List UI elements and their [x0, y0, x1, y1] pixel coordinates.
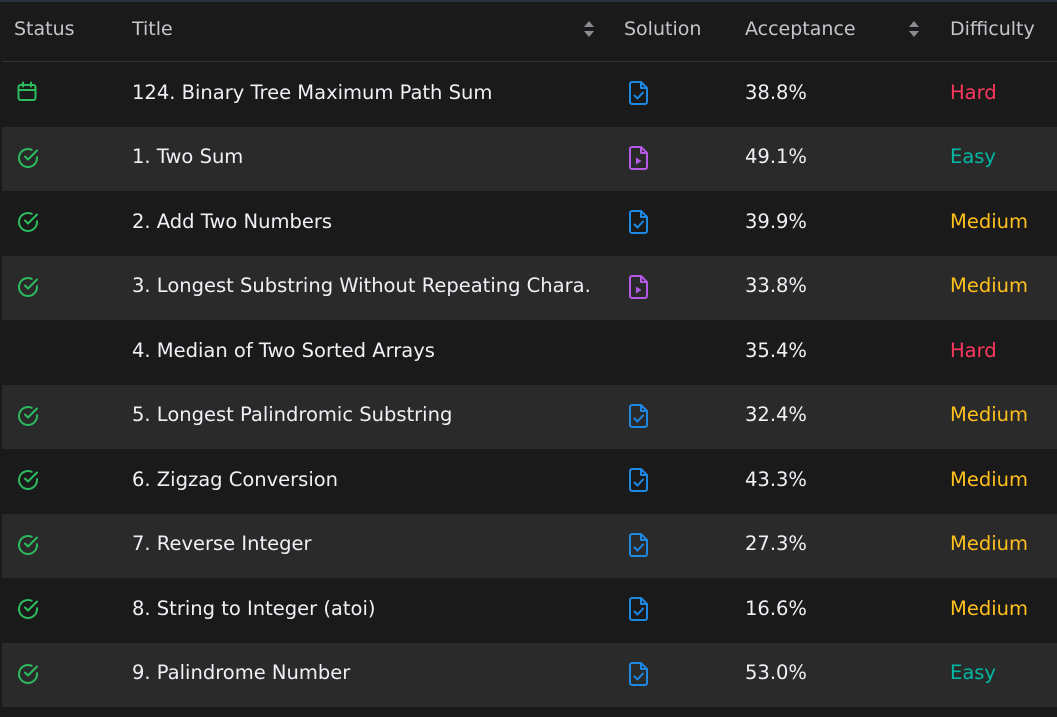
problem-title-link[interactable]: 7. Reverse Integer: [132, 514, 592, 579]
difficulty-label: Medium: [950, 532, 1028, 556]
acceptance-rate: 38.8%: [745, 80, 807, 104]
sort-acceptance-icon[interactable]: [908, 20, 920, 38]
table-row[interactable]: 2. Add Two Numbers 39.9% Medium: [2, 191, 1057, 256]
status-cell: [16, 320, 126, 385]
difficulty-label: Hard: [950, 80, 997, 104]
difficulty-label: Easy: [950, 145, 996, 169]
problem-title-link[interactable]: 2. Add Two Numbers: [132, 191, 592, 256]
table-row[interactable]: 5. Longest Palindromic Substring 32.4% Med…: [2, 384, 1057, 450]
difficulty-label: Medium: [950, 403, 1028, 427]
acceptance-rate: 35.4%: [745, 338, 807, 362]
table-body: 124. Binary Tree Maximum Path Sum 38.8% Ha…: [2, 62, 1057, 707]
acceptance-rate: 39.9%: [745, 209, 807, 233]
problem-title-link[interactable]: 6. Zigzag Conversion: [132, 449, 592, 514]
check-circle-icon: [16, 385, 126, 450]
difficulty-label: Medium: [950, 467, 1028, 491]
problem-title-link[interactable]: 1. Two Sum: [132, 127, 592, 192]
calendar-icon: [16, 62, 126, 127]
difficulty-label: Medium: [950, 274, 1028, 298]
table-row[interactable]: 124. Binary Tree Maximum Path Sum 38.8% Ha…: [2, 62, 1057, 127]
article-icon[interactable]: [628, 514, 738, 579]
article-icon[interactable]: [628, 191, 738, 256]
article-icon[interactable]: [628, 62, 738, 127]
difficulty-label: Medium: [950, 209, 1028, 233]
acceptance-rate: 33.8%: [745, 274, 807, 298]
acceptance-rate: 49.1%: [745, 145, 807, 169]
article-icon[interactable]: [628, 449, 738, 514]
table-row[interactable]: 3. Longest Substring Without Repeating C…: [2, 255, 1057, 321]
check-circle-icon: [16, 127, 126, 192]
check-circle-icon: [16, 514, 126, 579]
header-solution: Solution: [624, 18, 702, 40]
table-header: Status Title Solution Acceptance Difficu…: [2, 0, 1057, 62]
table-row[interactable]: 1. Two Sum 49.1% Easy: [2, 126, 1057, 192]
acceptance-rate: 16.6%: [745, 596, 807, 620]
acceptance-rate: 43.3%: [745, 467, 807, 491]
table-row[interactable]: 7. Reverse Integer 27.3% Medium: [2, 513, 1057, 579]
problem-title-link[interactable]: 8. String to Integer (atoi): [132, 578, 592, 643]
article-icon[interactable]: [628, 385, 738, 450]
article-icon[interactable]: [628, 578, 738, 643]
problem-title-link[interactable]: 9. Palindrome Number: [132, 643, 592, 708]
check-circle-icon: [16, 191, 126, 256]
video-icon[interactable]: [628, 127, 738, 192]
table-row[interactable]: 9. Palindrome Number 53.0% Easy: [2, 642, 1057, 708]
header-difficulty[interactable]: Difficulty: [950, 0, 1055, 58]
problem-title-link[interactable]: 4. Median of Two Sorted Arrays: [132, 320, 592, 385]
check-circle-icon: [16, 449, 126, 514]
header-acceptance[interactable]: Acceptance: [745, 0, 935, 58]
problem-title-link[interactable]: 5. Longest Palindromic Substring: [132, 385, 592, 450]
problem-table: Status Title Solution Acceptance Difficu…: [2, 0, 1057, 707]
check-circle-icon: [16, 643, 126, 708]
problem-title-link[interactable]: 124. Binary Tree Maximum Path Sum: [132, 62, 592, 127]
header-status: Status: [14, 18, 75, 40]
check-circle-icon: [16, 578, 126, 643]
table-row[interactable]: 4. Median of Two Sorted Arrays 35.4% Hard: [2, 320, 1057, 385]
difficulty-label: Easy: [950, 661, 996, 685]
problem-title-link[interactable]: 3. Longest Substring Without Repeating C…: [132, 256, 592, 321]
acceptance-rate: 32.4%: [745, 403, 807, 427]
header-title[interactable]: Title: [132, 0, 592, 58]
acceptance-rate: 53.0%: [745, 661, 807, 685]
table-row[interactable]: 8. String to Integer (atoi) 16.6% Medium: [2, 578, 1057, 643]
article-icon[interactable]: [628, 643, 738, 708]
check-circle-icon: [16, 256, 126, 321]
video-icon[interactable]: [628, 256, 738, 321]
difficulty-label: Medium: [950, 596, 1028, 620]
acceptance-rate: 27.3%: [745, 532, 807, 556]
sort-title-icon[interactable]: [583, 20, 595, 38]
solution-cell: [628, 320, 738, 385]
table-row[interactable]: 6. Zigzag Conversion 43.3% Medium: [2, 449, 1057, 514]
difficulty-label: Hard: [950, 338, 997, 362]
